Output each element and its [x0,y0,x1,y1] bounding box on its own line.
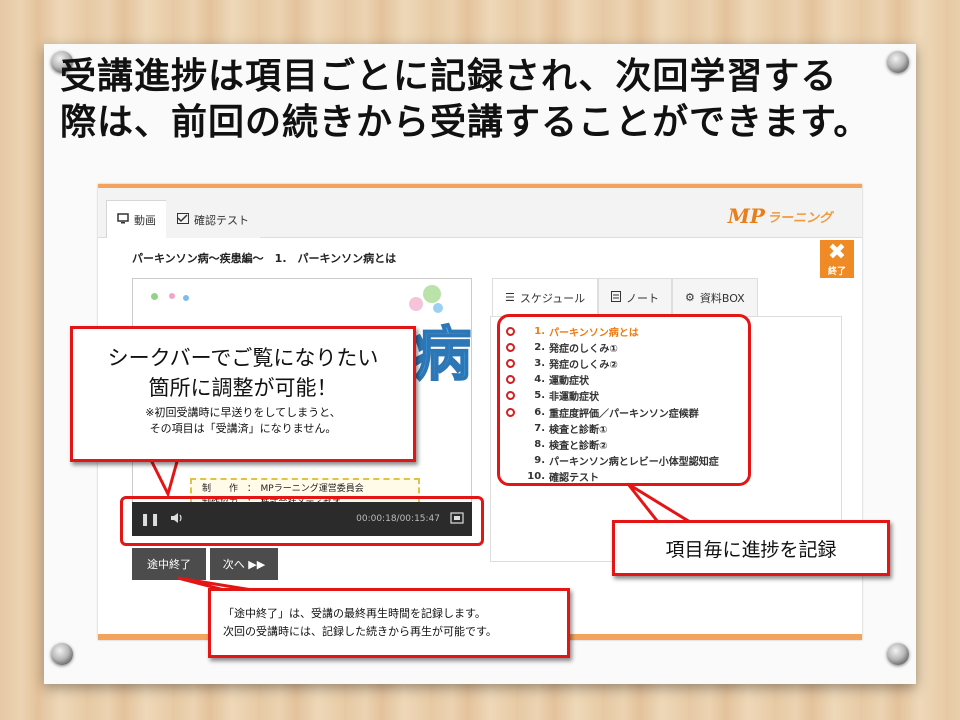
schedule-item[interactable]: 10. 確認テスト [506,469,748,485]
credit-value: MPラーニング運営委員会 [260,484,364,494]
tab-material-box-label: 資料BOX [699,291,745,305]
progress-empty-icon [506,472,515,481]
progress-ring-icon [506,326,515,336]
schedule-item-number: 1. [534,325,545,337]
schedule-item[interactable]: 7. 検査と診断① [506,420,748,436]
schedule-item-number: 10. [527,471,545,483]
close-x-icon: ✖ [827,240,847,265]
schedule-item[interactable]: 2. 発症のしくみ① [506,339,748,355]
schedule-item-label: 検査と診断① [549,424,608,436]
tab-note[interactable]: ノート [598,278,672,316]
tab-video[interactable]: 動画 [106,200,167,238]
schedule-item[interactable]: 5. 非運動症状 [506,388,748,404]
tab-schedule[interactable]: ☰ スケジュール [492,278,599,316]
next-label: 次へ ▶▶ [222,558,266,571]
schedule-item[interactable]: 6. 重症度評価／パーキンソン症候群 [506,404,748,420]
tab-material-box[interactable]: ⚙ 資料BOX [672,278,758,316]
schedule-item-label: 非運動症状 [549,392,599,404]
headline: 受講進捗は項目ごとに記録され、次回学習する 際は、前回の続きから受講することがで… [60,54,910,146]
progress-empty-icon [506,440,515,449]
pause-end-button[interactable]: 途中終了 [132,548,206,580]
tab-schedule-label: スケジュール [519,291,586,305]
progress-ring-icon [506,391,515,401]
schedule-item-number: 9. [534,455,545,467]
checklist-icon [177,212,189,227]
monitor-icon [117,212,129,227]
schedule-item-number: 3. [534,357,545,369]
schedule-item[interactable]: 3. 発症のしくみ② [506,355,748,371]
list-icon: ☰ [505,291,515,304]
pause-end-label: 途中終了 [147,558,191,571]
seekbar-callout: シークバーでご覧になりたい 箇所に調整が可能！ ※初回受講時に早送りをしてしまう… [70,326,416,462]
logo-text: ラーニング [766,210,832,226]
logo-mark: MP [727,204,765,228]
progress-ring-icon [506,407,515,417]
schedule-item-number: 5. [534,390,545,402]
tab-confirm-test-label: 確認テスト [194,213,249,227]
progress-empty-icon [506,424,515,433]
progress-callout-text: 項目毎に進捗を記録 [665,538,837,561]
schedule-item[interactable]: 1. パーキンソン病とは [506,323,748,339]
progress-ring-icon [506,342,515,352]
progress-ring-icon [506,358,515,368]
mp-learning-logo: MP ラーニング [728,204,832,228]
tab-confirm-test[interactable]: 確認テスト [166,200,260,238]
app-top-bar: 動画 確認テスト MP ラーニング [98,188,862,238]
seekbar-highlight [120,496,484,546]
schedule-list: 1. パーキンソン病とは 2. 発症のしくみ① 3. 発症のしくみ② 4. 運動症状 5. 非運動… [497,314,751,486]
decor-dot [183,295,189,301]
next-button[interactable]: 次へ ▶▶ [210,548,278,580]
schedule-item-number: 2. [534,341,545,353]
pin-bottom-left-icon [51,643,73,665]
schedule-item-number: 4. [534,374,545,386]
schedule-item-label: 検査と診断② [549,440,608,452]
schedule-item-label: 発症のしくみ① [549,343,618,355]
decor-dot [169,293,175,299]
schedule-item[interactable]: 4. 運動症状 [506,372,748,388]
note-icon [611,290,621,305]
seekbar-callout-line-2: 箇所に調整が可能！ [148,376,338,400]
tab-video-label: 動画 [134,213,156,227]
pause-callout-line-2: 次回の受講時には、記録した続きから再生が可能です。 [223,625,497,638]
schedule-item-label: パーキンソン病とレビー小体型認知症 [549,457,719,469]
schedule-item-number: 8. [534,438,545,450]
headline-line-1: 受講進捗は項目ごとに記録され、次回学習する [60,56,838,97]
decor-dot [151,293,158,300]
progress-empty-icon [506,456,515,465]
headline-line-2: 際は、前回の続きから受講することができます。 [60,102,871,143]
pin-bottom-right-icon [887,643,909,665]
schedule-item-label: 発症のしくみ② [549,359,618,371]
schedule-item[interactable]: 8. 検査と診断② [506,436,748,452]
schedule-item-label: 確認テスト [549,473,599,485]
tab-note-label: ノート [626,291,659,305]
decor-dot [423,285,441,303]
seekbar-callout-note-2: その項目は「受講済」になりません。 [149,422,337,435]
lesson-title: パーキンソン病〜疾患編〜 1. パーキンソン病とは [132,252,397,265]
schedule-item-label: パーキンソン病とは [549,327,639,339]
progress-callout: 項目毎に進捗を記録 [612,520,890,576]
pause-end-callout: 「途中終了」は、受講の最終再生時間を記録します。 次回の受講時には、記録した続き… [208,588,570,658]
progress-ring-icon [506,375,515,385]
video-title-glyph: 病 [412,319,472,389]
pause-callout-line-1: 「途中終了」は、受講の最終再生時間を記録します。 [223,607,486,620]
credit-label: 制 作 [202,484,239,494]
schedule-item-label: 運動症状 [549,376,589,388]
schedule-item[interactable]: 9. パーキンソン病とレビー小体型認知症 [506,453,748,469]
credit-row: 制 作 ： MPラーニング運営委員会 [202,484,364,494]
end-button[interactable]: ✖ 終了 [820,240,854,278]
seekbar-callout-line-1: シークバーでご覧になりたい [107,346,379,370]
seekbar-callout-note-1: ※初回受講時に早送りをしてしまうと、 [145,406,341,419]
schedule-item-number: 6. [534,406,545,418]
box-icon: ⚙ [685,291,695,304]
schedule-item-number: 7. [534,422,545,434]
end-button-label: 終了 [827,267,846,277]
schedule-item-label: 重症度評価／パーキンソン症候群 [549,408,699,420]
